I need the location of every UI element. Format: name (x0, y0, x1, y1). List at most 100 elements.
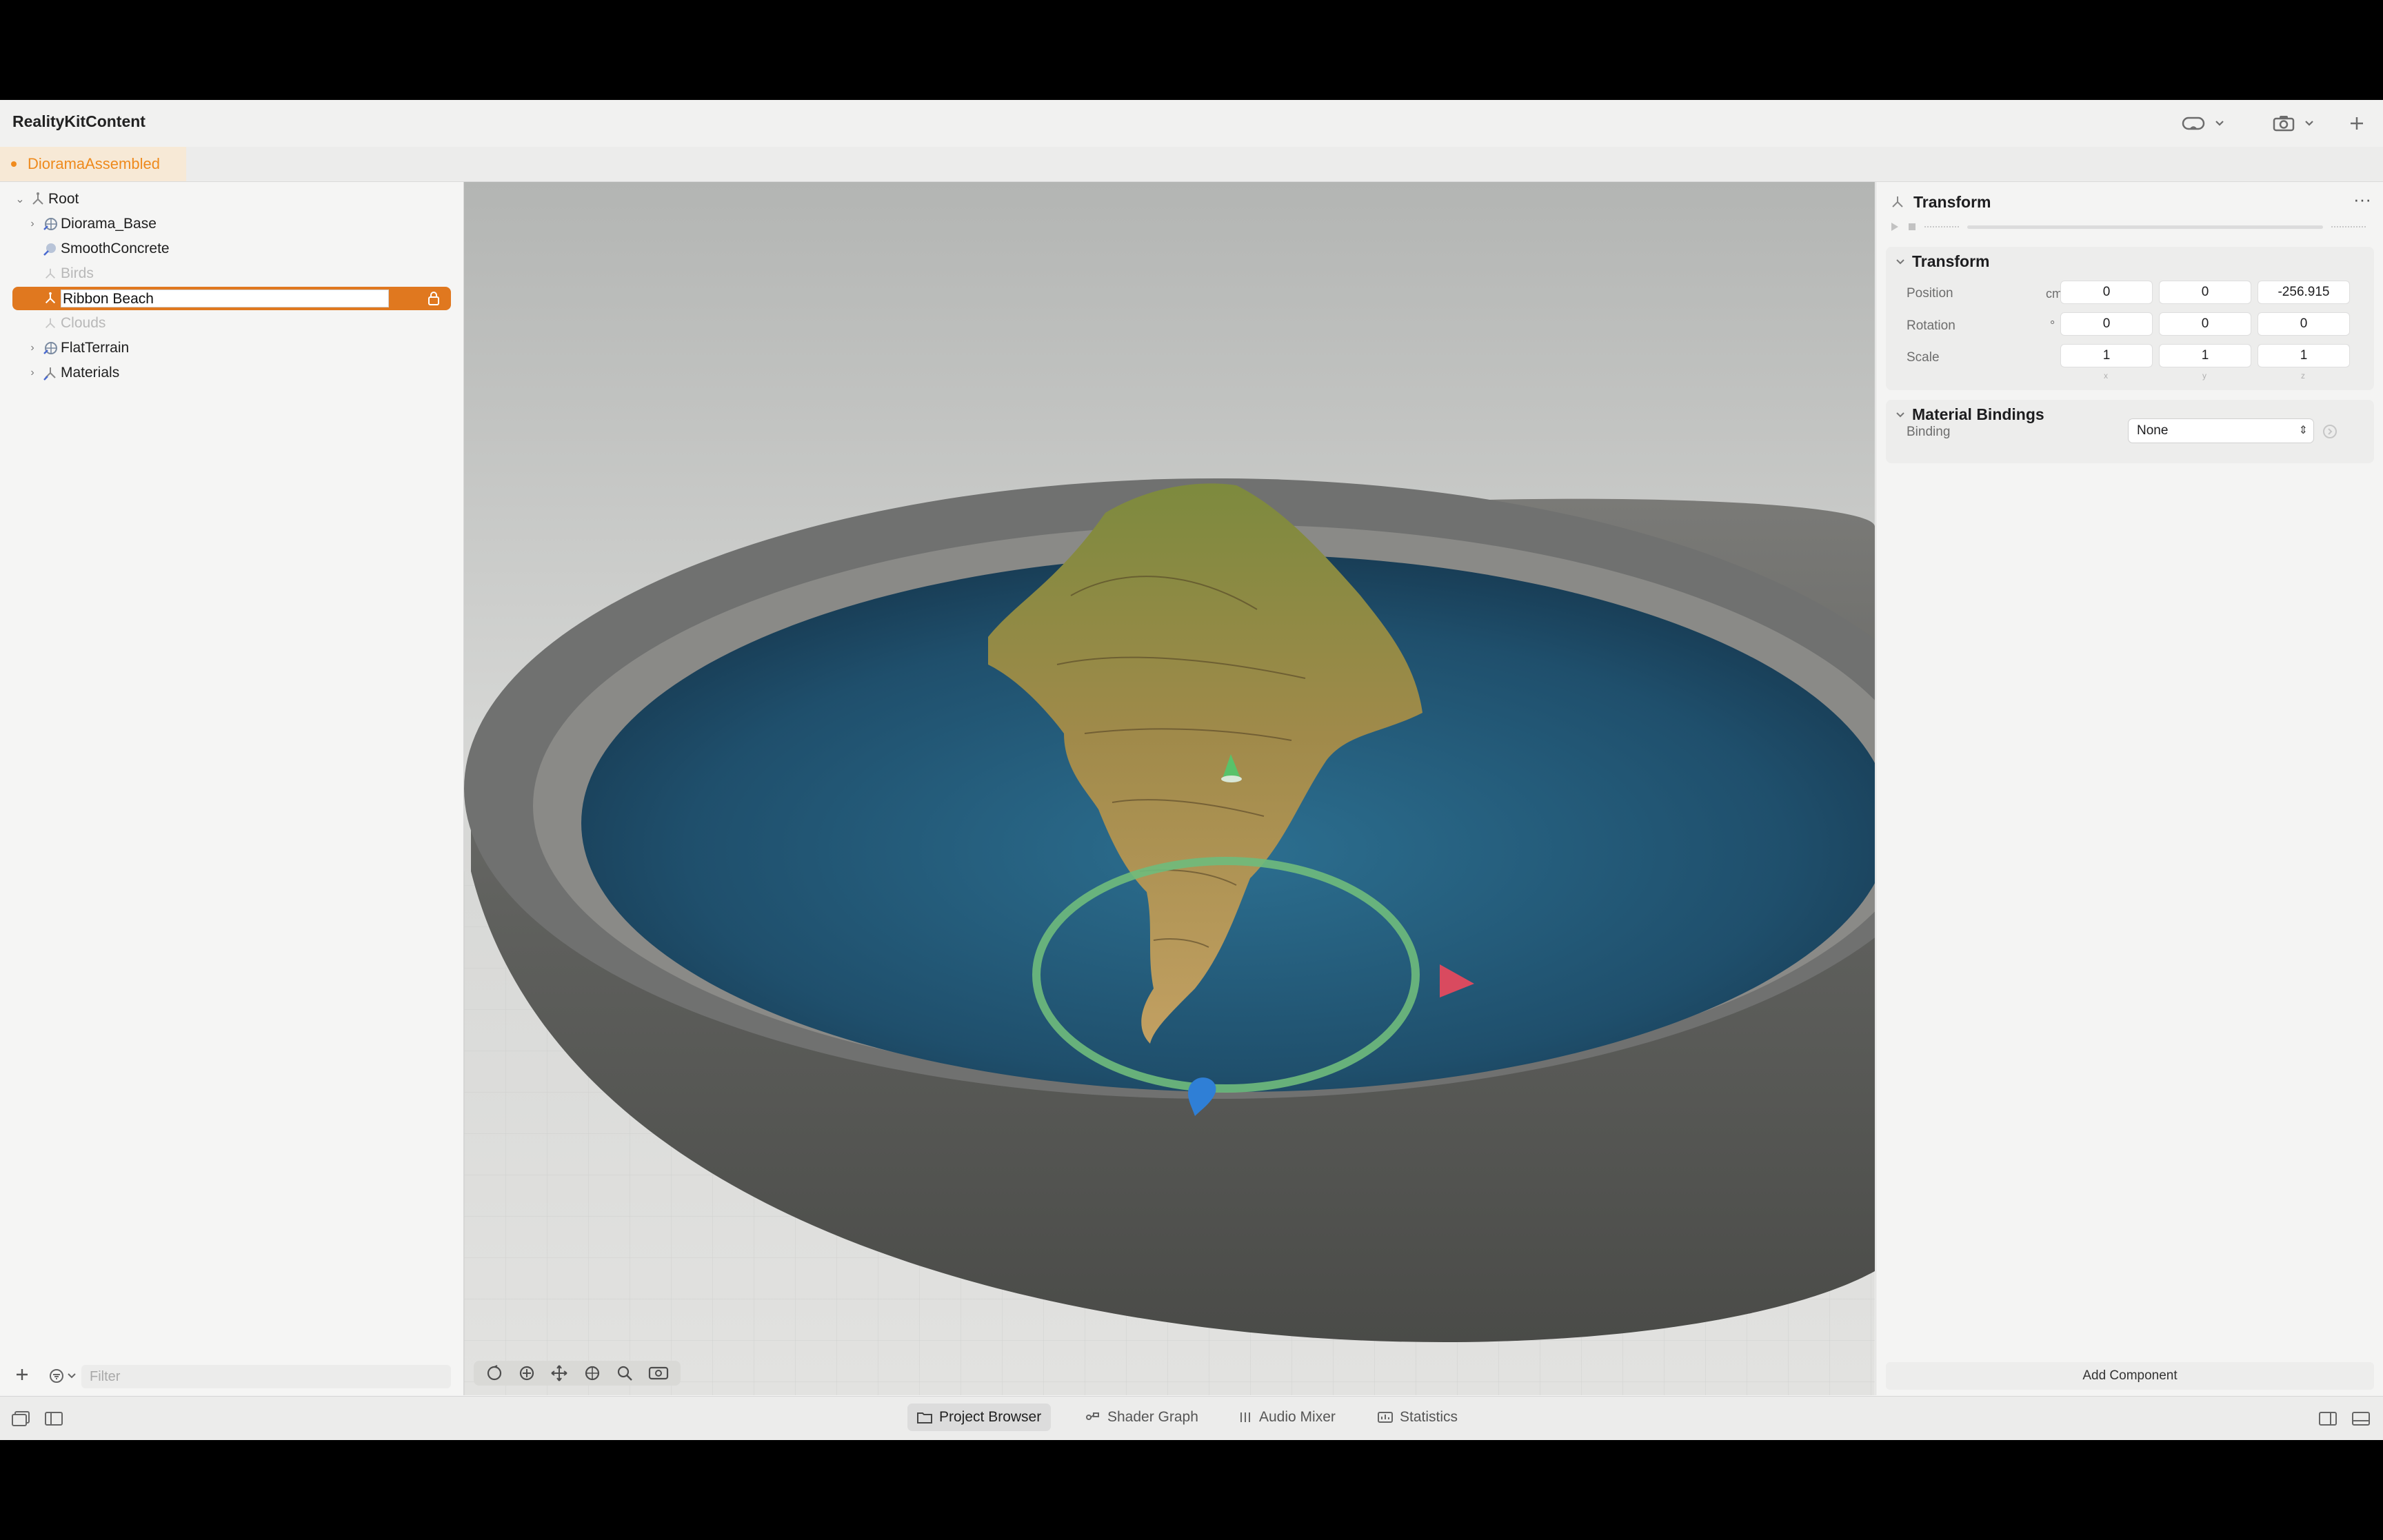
timeline-scrubber[interactable] (1967, 225, 2323, 229)
transform-entity-icon (40, 316, 61, 330)
position-x-field[interactable]: 0 (2061, 281, 2152, 303)
chevron-down-icon (2305, 121, 2313, 126)
tree-item-label: SmoothConcrete (61, 241, 170, 256)
timeline-end (2331, 226, 2366, 227)
tree-item-smoothconcrete[interactable]: SmoothConcrete (12, 237, 451, 261)
bottom-bar: Project Browser Shader Graph Audio Mixer… (0, 1396, 2383, 1440)
more-options-icon[interactable]: ··· (2353, 190, 2371, 208)
transform-entity-icon (40, 292, 61, 305)
position-z-field[interactable]: -256.915 (2258, 281, 2349, 303)
tab-statistics[interactable]: Statistics (1368, 1404, 1467, 1431)
animation-timeline (1890, 222, 2366, 232)
chevron-right-icon[interactable]: › (25, 367, 40, 379)
camera-view-icon[interactable] (648, 1364, 669, 1382)
zoom-icon[interactable] (616, 1364, 634, 1382)
rotation-label: Rotation (1907, 318, 1955, 333)
scene-viewport[interactable] (464, 182, 1875, 1395)
filter-input[interactable]: Filter (81, 1365, 451, 1388)
material-bindings-header[interactable]: Material Bindings (1896, 405, 2044, 424)
window-layout-icon[interactable] (11, 1410, 30, 1430)
tab-audio-mixer[interactable]: Audio Mixer (1229, 1404, 1345, 1431)
transform-section: Transform Position cm 0 0 -256.915 Rotat… (1886, 247, 2374, 390)
rotation-x-field[interactable]: 0 (2061, 313, 2152, 335)
plus-icon (17, 1369, 28, 1380)
shader-graph-icon (1086, 1412, 1099, 1420)
move-icon[interactable] (518, 1364, 536, 1382)
chevron-down-icon (1896, 412, 1904, 417)
transform-entity-icon (28, 192, 48, 207)
tab-project-browser[interactable]: Project Browser (907, 1404, 1052, 1431)
folder-icon (917, 1412, 932, 1424)
rotation-z-field[interactable]: 0 (2258, 313, 2349, 335)
add-entity-button[interactable] (14, 1366, 30, 1386)
snapshot-menu-button[interactable] (2273, 110, 2314, 137)
go-to-material-icon[interactable] (2322, 423, 2338, 443)
chevron-right-icon[interactable]: › (25, 342, 40, 354)
binding-select[interactable]: None ⇕ (2129, 419, 2313, 443)
tree-item-ribbon-beach[interactable]: Ribbon Beach (12, 287, 451, 310)
rotation-y-field[interactable]: 0 (2160, 313, 2251, 335)
tree-item-label: Materials (61, 365, 120, 381)
tab-label: Shader Graph (1107, 1409, 1198, 1425)
binding-select-value: None (2137, 423, 2169, 438)
tree-item-birds[interactable]: Birds (12, 262, 451, 285)
document-tab[interactable]: DioramaAssembled (0, 147, 186, 181)
transform-entity-icon (40, 365, 61, 381)
add-button[interactable] (2349, 110, 2365, 137)
timeline-start (1924, 226, 1959, 227)
material-bindings-section: Material Bindings Binding None ⇕ (1886, 400, 2374, 463)
scale-z-field[interactable]: 1 (2258, 345, 2349, 367)
tree-item-label: Birds (61, 265, 94, 281)
inspector-panel: Transform ··· Transform Position cm 0 0 … (1876, 182, 2383, 1395)
chevron-down-icon[interactable]: ⌄ (12, 192, 28, 206)
filter-icon (50, 1369, 63, 1383)
tab-label: Statistics (1400, 1409, 1458, 1425)
orbit-icon[interactable] (485, 1364, 503, 1382)
viewport-toolbar (474, 1361, 681, 1386)
model-entity-icon (40, 340, 61, 356)
transform-section-header[interactable]: Transform (1896, 252, 1989, 271)
position-y-field[interactable]: 0 (2160, 281, 2251, 303)
sidebar-toggle-icon[interactable] (44, 1410, 63, 1430)
play-icon[interactable] (1890, 222, 1900, 232)
plus-icon (2351, 117, 2363, 130)
stop-icon[interactable] (1908, 223, 1916, 231)
tree-item-diorama-base[interactable]: › Diorama_Base (12, 212, 451, 236)
model-entity-icon (40, 216, 61, 232)
chevron-down-icon (2215, 121, 2224, 126)
viewport-render[interactable] (464, 182, 1875, 1395)
pan-icon[interactable] (550, 1364, 568, 1382)
tree-item-clouds[interactable]: Clouds (12, 312, 451, 335)
tab-shader-graph[interactable]: Shader Graph (1076, 1404, 1208, 1431)
chevron-down-icon (1896, 259, 1904, 264)
material-icon (40, 241, 61, 257)
material-bindings-title: Material Bindings (1912, 405, 2044, 423)
transform-section-title: Transform (1912, 252, 1990, 270)
transform-entity-icon (1890, 194, 1905, 213)
tree-item-materials[interactable]: › Materials (12, 361, 451, 385)
inspector-toggle-icon[interactable] (2318, 1410, 2337, 1430)
add-component-button[interactable]: Add Component (1886, 1362, 2374, 1390)
tree-item-flatterrain[interactable]: › FlatTerrain (12, 336, 451, 360)
tree-item-label: FlatTerrain (61, 340, 130, 356)
position-label: Position (1907, 286, 1953, 301)
chevron-right-icon[interactable]: › (25, 218, 40, 230)
tree-item-label: Clouds (61, 315, 106, 331)
filter-options-button[interactable] (48, 1368, 76, 1384)
tree-item-root[interactable]: ⌄ Root (12, 188, 451, 211)
app-title: RealityKitContent (12, 112, 145, 130)
scale-x-field[interactable]: 1 (2061, 345, 2152, 367)
modified-indicator (11, 161, 17, 167)
rename-field[interactable]: Ribbon Beach (61, 290, 389, 307)
axis-label-x: x (2104, 371, 2108, 381)
document-tab-label: DioramaAssembled (28, 155, 160, 172)
tab-label: Audio Mixer (1259, 1409, 1336, 1425)
chevron-down-icon (68, 1373, 76, 1379)
scale-y-field[interactable]: 1 (2160, 345, 2251, 367)
lock-icon[interactable] (428, 291, 440, 310)
position-unit: cm (2046, 287, 2062, 301)
audio-mixer-icon (1240, 1412, 1250, 1422)
bottom-panel-toggle-icon[interactable] (2351, 1410, 2371, 1430)
headset-menu-button[interactable] (2182, 110, 2224, 137)
dolly-icon[interactable] (583, 1364, 601, 1382)
